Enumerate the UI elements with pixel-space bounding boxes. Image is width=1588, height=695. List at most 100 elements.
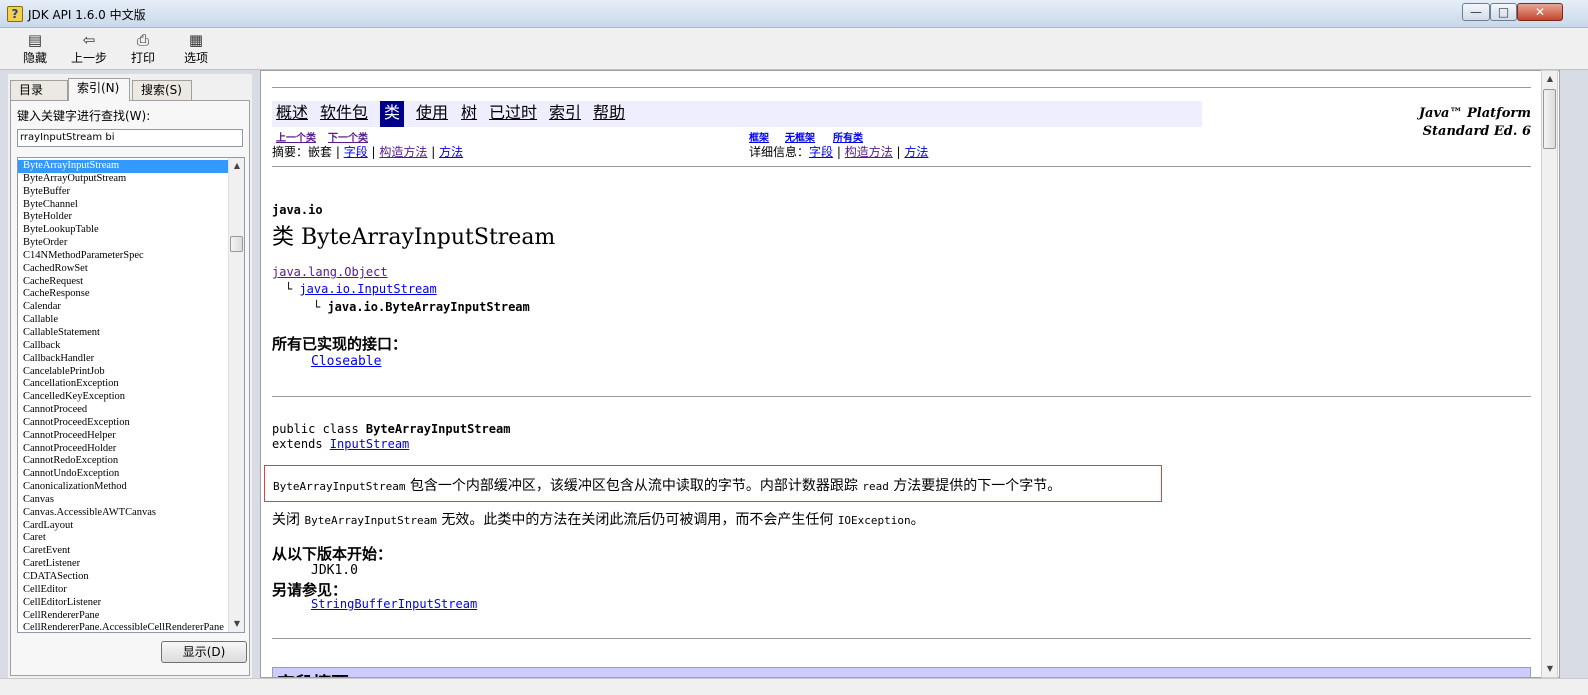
index-list-item[interactable]: ByteLookupTable — [18, 224, 228, 237]
desc1-class: ByteArrayInputStream — [273, 480, 406, 493]
no-frames-link[interactable]: 无框架 — [785, 129, 815, 144]
index-list-scrollbar[interactable]: ▲ ▼ — [228, 158, 244, 632]
nav-overview[interactable]: 概述 — [276, 101, 308, 127]
index-list-item[interactable]: Calendar — [18, 301, 228, 314]
index-list-item[interactable]: ByteBuffer — [18, 186, 228, 199]
hide-pane-icon: ▤ — [27, 31, 43, 49]
nav-deprecated[interactable]: 已过时 — [489, 101, 537, 127]
inputstream-link[interactable]: java.io.InputStream — [299, 282, 436, 296]
extends-inputstream-link[interactable]: InputStream — [330, 437, 409, 451]
index-list-item[interactable]: CacheRequest — [18, 276, 228, 289]
nav-help[interactable]: 帮助 — [593, 101, 625, 127]
see-also-link[interactable]: StringBufferInputStream — [311, 597, 477, 611]
index-list-item[interactable]: CellEditorListener — [18, 597, 228, 610]
index-list-item[interactable]: CachedRowSet — [18, 263, 228, 276]
nav-rule — [272, 166, 1531, 167]
index-list-item[interactable]: CannotProceedException — [18, 417, 228, 430]
index-list-item[interactable]: CancellationException — [18, 378, 228, 391]
detail-constructor-link[interactable]: 构造方法 — [845, 145, 893, 159]
prev-class-link[interactable]: 上一个类 — [276, 129, 316, 144]
index-list-item[interactable]: C14NMethodParameterSpec — [18, 250, 228, 263]
index-list-item[interactable]: CannotRedoException — [18, 455, 228, 468]
index-list-item[interactable]: CacheResponse — [18, 288, 228, 301]
scroll-up-icon[interactable]: ▲ — [229, 158, 244, 174]
section-rule — [272, 396, 1531, 397]
doc-scroll-down-icon[interactable]: ▼ — [1542, 661, 1558, 677]
summary-constructor-link[interactable]: 构造方法 — [379, 145, 427, 159]
options-button[interactable]: ▦ 选项 — [174, 31, 218, 69]
index-list-item[interactable]: ByteArrayOutputStream — [18, 173, 228, 186]
index-list-item[interactable]: Canvas — [18, 494, 228, 507]
doc-scroll-thumb[interactable] — [1543, 89, 1556, 149]
back-button[interactable]: ⇦ 上一步 — [68, 31, 110, 69]
index-list-item[interactable]: ByteChannel — [18, 199, 228, 212]
desc1-text: 包含一个内部缓冲区，该缓冲区包含从流中读取的字节。内部计数器跟踪 — [405, 478, 863, 494]
index-list-item[interactable]: CancelablePrintJob — [18, 366, 228, 379]
keyword-input[interactable]: rrayInputStream bi — [17, 129, 243, 147]
tab-contents[interactable]: 目录(C) — [10, 80, 68, 115]
tab-search[interactable]: 搜索(S) — [132, 80, 192, 100]
maximize-button[interactable]: □ — [1490, 3, 1517, 21]
index-list-item[interactable]: CancelledKeyException — [18, 391, 228, 404]
index-list-item[interactable]: CellRendererPane — [18, 610, 228, 623]
nav-use[interactable]: 使用 — [416, 101, 448, 127]
printer-icon: ⎙ — [136, 31, 149, 49]
closeable-link[interactable]: Closeable — [311, 354, 381, 369]
nav-index[interactable]: 索引 — [549, 101, 581, 127]
index-list-item[interactable]: ByteOrder — [18, 237, 228, 250]
nav-tree[interactable]: 树 — [461, 101, 477, 127]
index-list-item[interactable]: CannotUndoException — [18, 468, 228, 481]
interfaces-heading: 所有已实现的接口： — [272, 335, 408, 353]
doc-scroll-up-icon[interactable]: ▲ — [1542, 71, 1558, 87]
decl-extends: extends — [272, 437, 330, 451]
desc2-a: 关闭 — [272, 512, 305, 528]
show-button[interactable]: 显示(D) — [161, 641, 247, 663]
index-list-item[interactable]: CallbackHandler — [18, 353, 228, 366]
hide-button[interactable]: ▤ 隐藏 — [18, 31, 52, 69]
index-list-item[interactable]: CDATASection — [18, 571, 228, 584]
scroll-down-icon[interactable]: ▼ — [229, 616, 244, 632]
detail-field-link[interactable]: 字段 — [809, 145, 833, 159]
detail-method-link[interactable]: 方法 — [904, 145, 928, 159]
keyword-label: 键入关键字进行查找(W): — [17, 109, 151, 123]
index-list-item[interactable]: Callback — [18, 340, 228, 353]
index-list-item[interactable]: CellRendererPane.AccessibleCellRendererP… — [18, 622, 228, 632]
index-list-item[interactable]: Callable — [18, 314, 228, 327]
options-icon: ▦ — [188, 31, 204, 49]
print-button[interactable]: ⎙ 打印 — [126, 31, 160, 69]
object-link[interactable]: java.lang.Object — [272, 265, 388, 279]
nav-package[interactable]: 软件包 — [320, 101, 368, 127]
close-button[interactable]: ✕ — [1517, 3, 1563, 21]
title-bar: ? JDK API 1.6.0 中文版 — □ ✕ — [0, 0, 1588, 28]
back-label: 上一步 — [70, 51, 107, 65]
index-list-item[interactable]: CallableStatement — [18, 327, 228, 340]
tab-index[interactable]: 索引(N) — [68, 78, 130, 101]
tree-branch-icon: └ — [285, 282, 300, 296]
frames-link[interactable]: 框架 — [749, 129, 769, 144]
index-list[interactable]: ByteArrayInputStream ByteArrayOutputStrea… — [17, 157, 245, 633]
tree-branch-icon: └ — [313, 300, 328, 314]
index-list-item[interactable]: Canvas.AccessibleAWTCanvas — [18, 507, 228, 520]
index-list-item[interactable]: CannotProceedHolder — [18, 443, 228, 456]
index-list-item[interactable]: ByteArrayInputStream — [18, 160, 228, 173]
index-list-item[interactable]: CanonicalizationMethod — [18, 481, 228, 494]
index-list-item[interactable]: Caret — [18, 532, 228, 545]
maximize-icon: □ — [1497, 5, 1510, 19]
index-list-item[interactable]: CaretEvent — [18, 545, 228, 558]
index-list-item[interactable]: ByteHolder — [18, 211, 228, 224]
minimize-button[interactable]: — — [1462, 3, 1490, 21]
field-summary-title: 字段摘要 — [277, 670, 349, 677]
all-classes-link[interactable]: 所有类 — [833, 129, 863, 144]
index-list-item[interactable]: CaretListener — [18, 558, 228, 571]
index-list-item[interactable]: CardLayout — [18, 520, 228, 533]
index-list-item[interactable]: CellEditor — [18, 584, 228, 597]
document-scrollbar[interactable]: ▲ ▼ — [1541, 70, 1558, 678]
package-name: java.io — [272, 203, 323, 217]
next-class-link[interactable]: 下一个类 — [328, 129, 368, 144]
class-extends: extends InputStream — [272, 437, 409, 451]
summary-method-link[interactable]: 方法 — [439, 145, 463, 159]
scroll-thumb[interactable] — [230, 236, 243, 252]
summary-field-link[interactable]: 字段 — [344, 145, 368, 159]
index-list-item[interactable]: CannotProceedHelper — [18, 430, 228, 443]
index-list-item[interactable]: CannotProceed — [18, 404, 228, 417]
